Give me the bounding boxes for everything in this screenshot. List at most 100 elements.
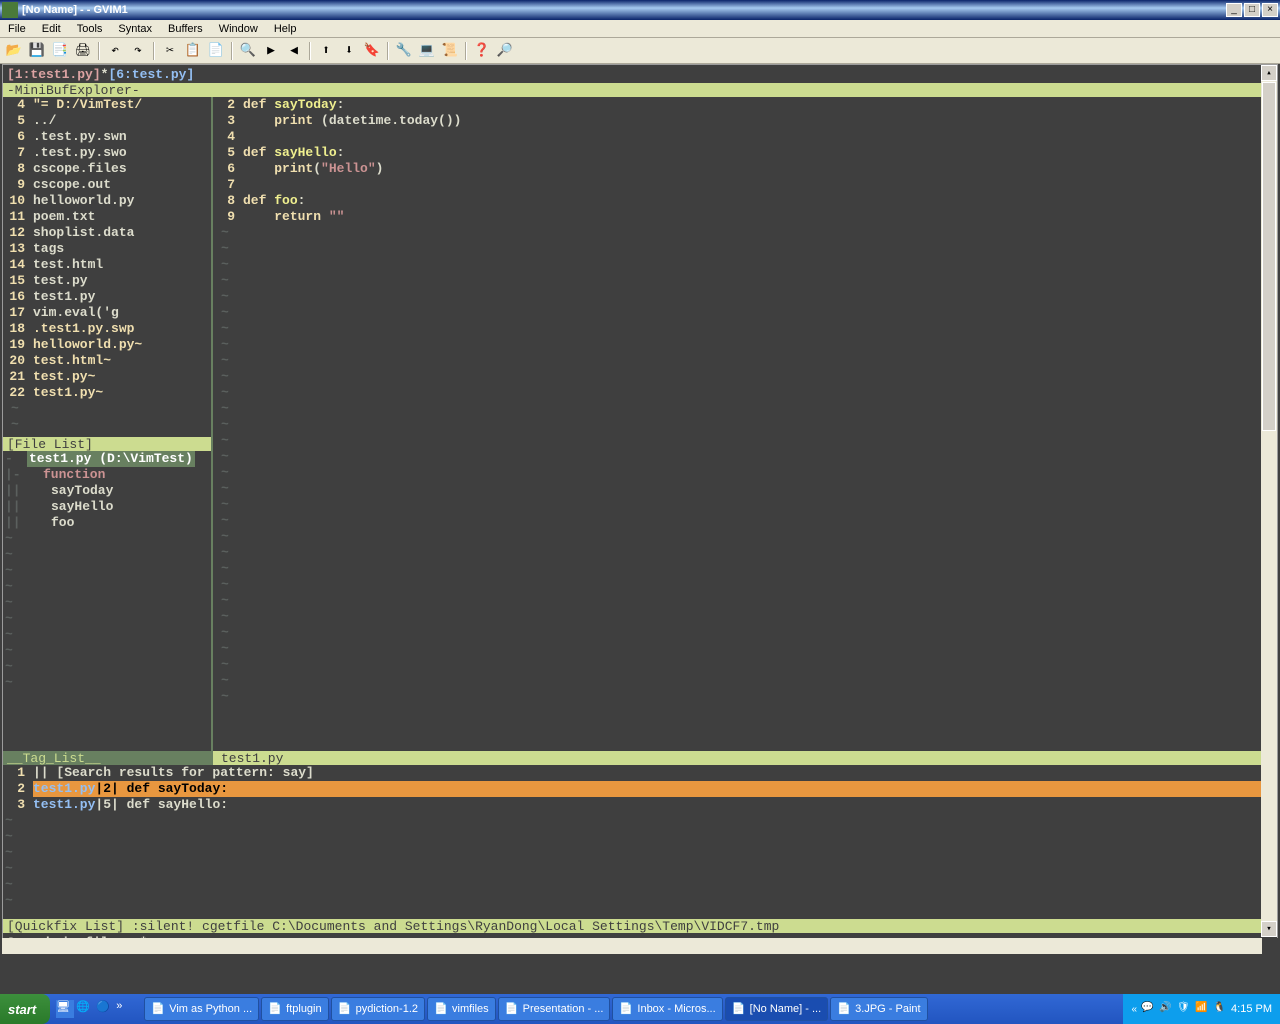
- editor-line[interactable]: 7: [213, 177, 1277, 193]
- file-list-item[interactable]: 13tags: [3, 241, 211, 257]
- file-list-item[interactable]: 17vim.eval('g: [3, 305, 211, 321]
- taglist-tag[interactable]: ||sayToday: [3, 483, 211, 499]
- quickfix-item[interactable]: 2test1.py|2| def sayToday:: [3, 781, 1277, 797]
- file-list-item[interactable]: 10helloworld.py: [3, 193, 211, 209]
- ql-chrome-icon[interactable]: 🔵: [96, 1000, 114, 1018]
- file-list-item[interactable]: 4"= D:/VimTest/: [3, 97, 211, 113]
- system-tray[interactable]: « 💬 🔊 🛡 📶 🐧 4:15 PM: [1123, 994, 1280, 1024]
- editor-line[interactable]: 5def sayHello:: [213, 145, 1277, 161]
- taskbar-task[interactable]: 📄Presentation - ...: [498, 997, 611, 1021]
- scroll-thumb[interactable]: [1262, 82, 1276, 431]
- save-button[interactable]: 💾: [27, 41, 47, 61]
- taglist-file[interactable]: - test1.py (D:\VimTest): [3, 451, 211, 467]
- cut-button[interactable]: ✂: [160, 41, 180, 61]
- shell-button[interactable]: 💻: [417, 41, 437, 61]
- minibuf-buffers[interactable]: [1:test1.py]*[6:test.py]: [7, 67, 194, 82]
- minibuf-explorer[interactable]: [1:test1.py]*[6:test.py]: [3, 65, 1277, 83]
- copy-button[interactable]: 📋: [183, 41, 203, 61]
- findhelp-button[interactable]: 🔎: [495, 41, 515, 61]
- editor-line[interactable]: 2def sayToday:: [213, 97, 1277, 113]
- gvim-icon: [2, 2, 18, 18]
- horizontal-scrollbar[interactable]: [2, 938, 1262, 954]
- file-list-item[interactable]: 12shoplist.data: [3, 225, 211, 241]
- scroll-up-icon[interactable]: ▴: [1261, 65, 1277, 81]
- start-button[interactable]: start: [0, 994, 50, 1024]
- editor-line[interactable]: 9 return "": [213, 209, 1277, 225]
- file-list-item[interactable]: 7.test.py.swo: [3, 145, 211, 161]
- file-list-item[interactable]: 14test.html: [3, 257, 211, 273]
- findnext-button[interactable]: ▶: [261, 41, 281, 61]
- taglist-kind[interactable]: |-function: [3, 467, 211, 483]
- editor-line[interactable]: 4: [213, 129, 1277, 145]
- menu-file[interactable]: File: [0, 21, 34, 37]
- menu-tools[interactable]: Tools: [69, 21, 111, 37]
- tray-icon[interactable]: 🔊: [1159, 1002, 1173, 1016]
- file-list-item[interactable]: 19helloworld.py~: [3, 337, 211, 353]
- titlebar[interactable]: [No Name] - - GVIM1 _ □ ×: [0, 0, 1280, 20]
- saveall-button[interactable]: 📑: [50, 41, 70, 61]
- minimize-button[interactable]: _: [1226, 3, 1242, 17]
- editor-line[interactable]: 3 print (datetime.today()): [213, 113, 1277, 129]
- help-button[interactable]: ❓: [472, 41, 492, 61]
- jumpback-button[interactable]: ⬆: [316, 41, 336, 61]
- ql-expand-icon[interactable]: »: [116, 1000, 134, 1018]
- quickfix-item[interactable]: 1|| [Search results for pattern: say]: [3, 765, 1277, 781]
- jumpfwd-button[interactable]: ⬇: [339, 41, 359, 61]
- close-button[interactable]: ×: [1262, 3, 1278, 17]
- menu-window[interactable]: Window: [211, 21, 266, 37]
- menu-syntax[interactable]: Syntax: [110, 21, 160, 37]
- menu-help[interactable]: Help: [266, 21, 305, 37]
- print-button[interactable]: 🖨: [73, 41, 93, 61]
- file-list-item[interactable]: 22test1.py~: [3, 385, 211, 401]
- quickfix-item[interactable]: 3test1.py|5| def sayHello:: [3, 797, 1277, 813]
- redo-button[interactable]: ↷: [128, 41, 148, 61]
- file-list-status: [File List]: [3, 437, 211, 451]
- file-list-item[interactable]: 18.test1.py.swp: [3, 321, 211, 337]
- file-list-item[interactable]: 6.test.py.swn: [3, 129, 211, 145]
- tag-list-pane[interactable]: - test1.py (D:\VimTest)|-function||sayTo…: [3, 451, 211, 751]
- file-list-item[interactable]: 20test.html~: [3, 353, 211, 369]
- tray-expand-icon[interactable]: «: [1131, 1004, 1137, 1015]
- taskbar-task[interactable]: 📄pydiction-1.2: [331, 997, 425, 1021]
- taskbar-task[interactable]: 📄ftplugin: [261, 997, 328, 1021]
- maximize-button[interactable]: □: [1244, 3, 1260, 17]
- ql-ie-icon[interactable]: 🌐: [76, 1000, 94, 1018]
- file-list-pane[interactable]: 4"= D:/VimTest/5../6.test.py.swn7.test.p…: [3, 97, 211, 437]
- findprev-button[interactable]: ◀: [284, 41, 304, 61]
- editor-line[interactable]: 8def foo:: [213, 193, 1277, 209]
- paste-button[interactable]: 📄: [206, 41, 226, 61]
- file-list-item[interactable]: 5../: [3, 113, 211, 129]
- tray-clock[interactable]: 4:15 PM: [1231, 1003, 1272, 1015]
- tray-qq-icon[interactable]: 🐧: [1213, 1002, 1227, 1016]
- tray-icon[interactable]: 💬: [1141, 1002, 1155, 1016]
- file-list-item[interactable]: 9cscope.out: [3, 177, 211, 193]
- quickfix-pane[interactable]: 1|| [Search results for pattern: say]2te…: [3, 765, 1277, 919]
- taskbar-task[interactable]: 📄Inbox - Micros...: [612, 997, 722, 1021]
- taskbar-task[interactable]: 📄[No Name] - ...: [725, 997, 829, 1021]
- scroll-down-icon[interactable]: ▾: [1261, 921, 1277, 937]
- file-list-item[interactable]: 11poem.txt: [3, 209, 211, 225]
- replace-button[interactable]: 🔍: [238, 41, 258, 61]
- taglist-tag[interactable]: ||foo: [3, 515, 211, 531]
- tray-icon[interactable]: 🛡: [1177, 1002, 1191, 1016]
- editor-pane[interactable]: 2def sayToday:3 print (datetime.today())…: [213, 97, 1277, 751]
- file-list-item[interactable]: 8cscope.files: [3, 161, 211, 177]
- menu-edit[interactable]: Edit: [34, 21, 69, 37]
- undo-button[interactable]: ↶: [105, 41, 125, 61]
- taskbar-task[interactable]: 📄3.JPG - Paint: [830, 997, 927, 1021]
- file-list-item[interactable]: 16test1.py: [3, 289, 211, 305]
- ctags-button[interactable]: 🔖: [362, 41, 382, 61]
- open-button[interactable]: 📂: [4, 41, 24, 61]
- ql-desktop-icon[interactable]: 🖥: [56, 1000, 74, 1018]
- editor-line[interactable]: 6 print("Hello"): [213, 161, 1277, 177]
- file-list-item[interactable]: 21test.py~: [3, 369, 211, 385]
- file-list-item[interactable]: 15test.py: [3, 273, 211, 289]
- script-button[interactable]: 📜: [440, 41, 460, 61]
- make-button[interactable]: 🔧: [394, 41, 414, 61]
- vertical-scrollbar[interactable]: ▴ ▾: [1261, 65, 1277, 937]
- taglist-tag[interactable]: ||sayHello: [3, 499, 211, 515]
- tray-icon[interactable]: 📶: [1195, 1002, 1209, 1016]
- menu-buffers[interactable]: Buffers: [160, 21, 211, 37]
- taskbar-task[interactable]: 📄vimfiles: [427, 997, 496, 1021]
- taskbar-task[interactable]: 📄Vim as Python ...: [144, 997, 259, 1021]
